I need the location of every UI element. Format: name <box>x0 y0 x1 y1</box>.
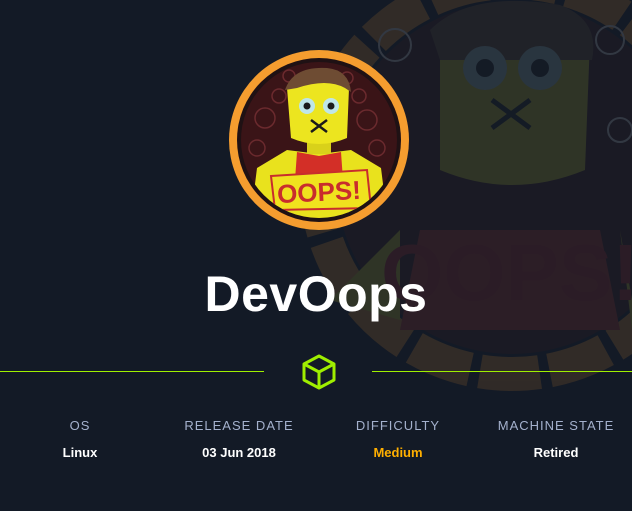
avatar-oops-text: OOPS! <box>276 175 361 209</box>
info-value-difficulty: Medium <box>373 445 423 460</box>
info-machine-state: MACHINE STATE Retired <box>481 418 631 461</box>
machine-info: OS Linux RELEASE DATE 03 Jun 2018 DIFFIC… <box>0 418 632 468</box>
machine-title: DevOops <box>204 266 428 322</box>
info-value-machine-state: Retired <box>533 445 579 460</box>
info-label-machine-state: MACHINE STATE <box>497 418 615 433</box>
info-value-os: Linux <box>62 445 98 460</box>
info-difficulty: DIFFICULTY Medium <box>323 418 473 461</box>
info-label-os: OS <box>69 418 91 433</box>
info-label-release-date: RELEASE DATE <box>184 418 294 433</box>
divider-line-left <box>0 371 264 372</box>
divider-line-right <box>372 371 632 372</box>
cube-icon <box>302 354 336 390</box>
machine-avatar: OOPS! <box>229 50 409 230</box>
info-label-difficulty: DIFFICULTY <box>355 418 441 433</box>
info-os: OS Linux <box>5 418 155 461</box>
info-release-date: RELEASE DATE 03 Jun 2018 <box>164 418 314 461</box>
info-value-release-date: 03 Jun 2018 <box>202 445 276 460</box>
